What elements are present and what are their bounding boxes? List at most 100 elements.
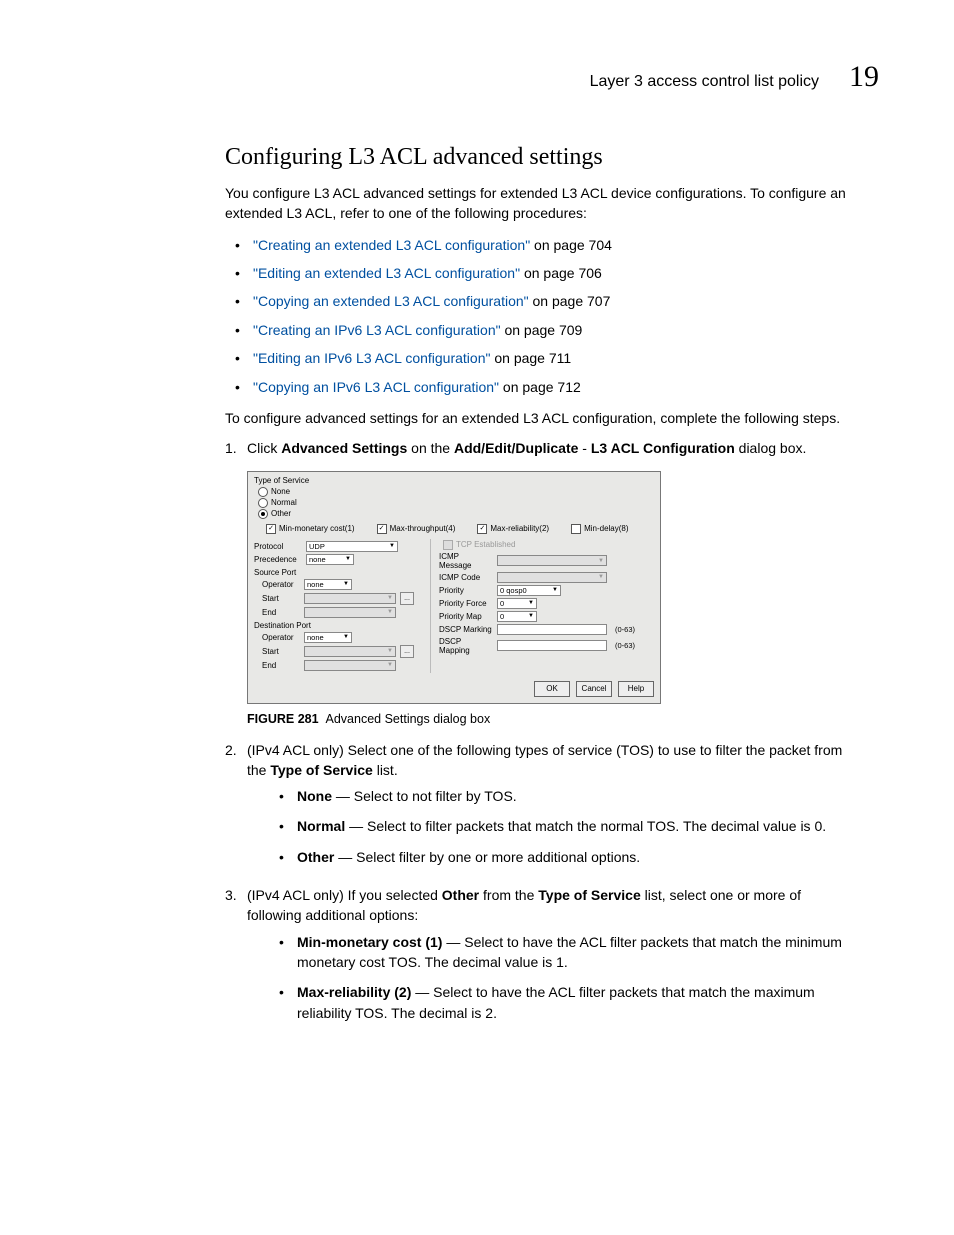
step-text: list. <box>373 762 398 778</box>
precedence-label: Precedence <box>254 555 302 564</box>
link-suffix: on page 707 <box>529 293 611 309</box>
dst-operator-combo[interactable]: none▼ <box>304 632 352 643</box>
help-button[interactable]: Help <box>618 681 654 697</box>
page: Layer 3 access control list policy 19 Co… <box>0 0 954 1101</box>
caret-icon: ▼ <box>387 609 393 615</box>
radio-none[interactable] <box>258 487 268 497</box>
dscp-marking-input[interactable] <box>497 624 607 635</box>
check-label: Min-delay(8) <box>584 524 628 533</box>
priority-label: Priority <box>439 586 493 595</box>
icmp-message-label: ICMP Message <box>439 552 493 570</box>
dialog-buttons: OK Cancel Help <box>254 681 654 697</box>
figure-281: Type of Service None Normal Other Min-mo… <box>247 471 859 704</box>
caret-icon: ▼ <box>387 595 393 601</box>
src-end-combo[interactable]: ▼ <box>304 607 396 618</box>
ellipsis-button[interactable]: ... <box>400 592 414 605</box>
range-note: (0-63) <box>615 625 635 634</box>
dst-end-combo[interactable]: ▼ <box>304 660 396 671</box>
priority-force-combo[interactable]: 0▼ <box>497 598 537 609</box>
start-label: Start <box>262 647 300 656</box>
check-label: TCP Established <box>456 540 515 549</box>
check-label: Max-reliability(2) <box>490 524 549 533</box>
precedence-combo[interactable]: none▼ <box>306 554 354 565</box>
caret-icon: ▼ <box>598 574 604 580</box>
chapter-number: 19 <box>849 60 879 94</box>
priority-map-label: Priority Map <box>439 612 493 621</box>
link-create-ext[interactable]: "Creating an extended L3 ACL configurati… <box>253 237 530 253</box>
check-max-reliability[interactable] <box>477 524 487 534</box>
dscp-mapping-input[interactable] <box>497 640 607 651</box>
check-tcp-established <box>443 540 453 550</box>
dialog-right-column: TCP Established ICMP Message ▼ ICMP Code… <box>437 539 654 673</box>
link-edit-ext[interactable]: "Editing an extended L3 ACL configuratio… <box>253 265 520 281</box>
priority-map-combo[interactable]: 0▼ <box>497 611 537 622</box>
dscp-marking-label: DSCP Marking <box>439 625 493 634</box>
link-list: "Creating an extended L3 ACL configurati… <box>225 234 859 398</box>
item-bold: None <box>297 788 332 804</box>
tos-label: Type of Service <box>254 476 654 485</box>
step-bold: Advanced Settings <box>281 440 407 456</box>
step-number: 1. <box>225 438 247 458</box>
operator-label: Operator <box>262 580 300 589</box>
link-suffix: on page 704 <box>530 237 612 253</box>
caret-icon: ▼ <box>343 634 349 640</box>
end-label: End <box>262 608 300 617</box>
item-bold: Normal <box>297 818 345 834</box>
check-min-monetary[interactable] <box>266 524 276 534</box>
step-bold: Type of Service <box>538 887 640 903</box>
step-bold: Type of Service <box>270 762 372 778</box>
protocol-combo[interactable]: UDP▼ <box>306 541 398 552</box>
dest-port-label: Destination Port <box>254 621 426 630</box>
step-text: on the <box>407 440 454 456</box>
intro-paragraph: You configure L3 ACL advanced settings f… <box>225 183 859 224</box>
link-copy-ipv6[interactable]: "Copying an IPv6 L3 ACL configuration" <box>253 379 499 395</box>
cancel-button[interactable]: Cancel <box>576 681 612 697</box>
link-edit-ipv6[interactable]: "Editing an IPv6 L3 ACL configuration" <box>253 350 490 366</box>
tos-checks: Min-monetary cost(1) Max-throughput(4) M… <box>262 523 654 535</box>
figure-caption: FIGURE 281 Advanced Settings dialog box <box>247 712 859 726</box>
radio-normal[interactable] <box>258 498 268 508</box>
protocol-label: Protocol <box>254 542 302 551</box>
figure-caption-text: Advanced Settings dialog box <box>326 712 491 726</box>
link-create-ipv6[interactable]: "Creating an IPv6 L3 ACL configuration" <box>253 322 501 338</box>
page-title: Configuring L3 ACL advanced settings <box>225 144 859 171</box>
step-1: 1. Click Advanced Settings on the Add/Ed… <box>225 438 859 458</box>
check-max-throughput[interactable] <box>377 524 387 534</box>
step-number: 3. <box>225 885 247 1033</box>
caret-icon: ▼ <box>345 556 351 562</box>
dst-start-combo[interactable]: ▼ <box>304 646 396 657</box>
item-bold: Other <box>297 849 334 865</box>
caret-icon: ▼ <box>387 648 393 654</box>
caret-icon: ▼ <box>552 587 558 593</box>
step-text: - <box>578 440 590 456</box>
radio-label: None <box>271 487 290 496</box>
step3-list: Min-monetary cost (1) — Select to have t… <box>269 932 859 1023</box>
advanced-settings-dialog: Type of Service None Normal Other Min-mo… <box>247 471 661 704</box>
link-copy-ext[interactable]: "Copying an extended L3 ACL configuratio… <box>253 293 529 309</box>
step2-list: None — Select to not filter by TOS. Norm… <box>269 786 859 867</box>
step-text: Click <box>247 440 281 456</box>
step-2: 2. (IPv4 ACL only) Select one of the fol… <box>225 740 859 877</box>
icmp-code-combo[interactable]: ▼ <box>497 572 607 583</box>
start-label: Start <box>262 594 300 603</box>
step-text: (IPv4 ACL only) If you selected <box>247 887 442 903</box>
step-bold: Add/Edit/Duplicate <box>454 440 578 456</box>
src-start-combo[interactable]: ▼ <box>304 593 396 604</box>
link-suffix: on page 711 <box>490 350 571 366</box>
icmp-message-combo[interactable]: ▼ <box>497 555 607 566</box>
ellipsis-button[interactable]: ... <box>400 645 414 658</box>
item-text: — Select filter by one or more additiona… <box>334 849 640 865</box>
check-label: Max-throughput(4) <box>390 524 456 533</box>
src-operator-combo[interactable]: none▼ <box>304 579 352 590</box>
radio-other[interactable] <box>258 509 268 519</box>
step-3: 3. (IPv4 ACL only) If you selected Other… <box>225 885 859 1033</box>
priority-force-label: Priority Force <box>439 599 493 608</box>
check-min-delay[interactable] <box>571 524 581 534</box>
link-suffix: on page 706 <box>520 265 602 281</box>
range-note: (0-63) <box>615 641 635 650</box>
end-label: End <box>262 661 300 670</box>
operator-label: Operator <box>262 633 300 642</box>
priority-combo[interactable]: 0 qosp0▼ <box>497 585 561 596</box>
ok-button[interactable]: OK <box>534 681 570 697</box>
caret-icon: ▼ <box>598 558 604 564</box>
